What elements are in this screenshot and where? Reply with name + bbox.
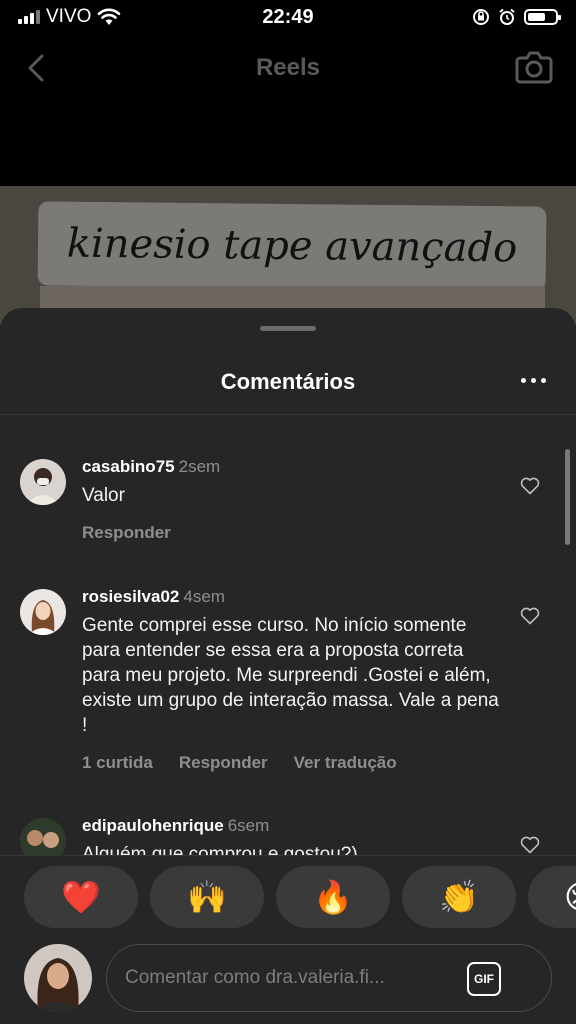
comment-text: Valor [82,485,125,506]
comment-actions: Responder [82,523,171,543]
comment-username[interactable]: edipaulohenrique [82,816,224,835]
heart-icon[interactable] [520,836,540,854]
reply-button[interactable]: Responder [179,753,268,773]
comment-text: Alguém que comprou e gostou?) [82,844,358,855]
avatar[interactable] [20,459,66,505]
reactions-divider [0,855,576,856]
comment-header: rosiesilva02 4sem [82,587,225,607]
comments-list: casabino75 2sem Valor Responder rosiesil… [0,415,576,855]
comment-placeholder: Comentar como dra.valeria.fi... [125,967,385,988]
scrollbar[interactable] [565,449,570,545]
comment-time: 4sem [183,587,225,606]
sheet-header: Comentários [0,358,576,406]
camera-icon[interactable] [514,48,554,86]
heart-icon[interactable] [520,477,540,495]
see-translation-button[interactable]: Ver tradução [294,753,397,773]
reaction-raised-hands[interactable]: 🙌 [150,866,264,928]
comment-input-row: Comentar como dra.valeria.fi... GIF [0,944,576,1014]
video-banner-text: kinesio tape avançado [66,220,518,272]
comment-time: 6sem [227,816,270,835]
more-icon[interactable] [521,378,546,383]
comment-username[interactable]: casabino75 [82,457,175,476]
comment-username[interactable]: rosiesilva02 [82,587,179,606]
page-title: Reels [255,54,321,81]
avatar[interactable] [20,589,66,635]
chevron-left-icon[interactable] [22,52,50,84]
sheet-title: Comentários [220,369,356,394]
avatar[interactable] [20,818,66,855]
top-nav: Reels [0,40,576,96]
reaction-crying[interactable]: 😢 [528,866,576,928]
likes-count-button[interactable]: 1 curtida [82,753,153,773]
reaction-fire[interactable]: 🔥 [276,866,390,928]
carrier-name: VIVO [46,6,92,27]
reaction-clap[interactable]: 👏 [402,866,516,928]
avatar [24,944,92,1012]
battery-icon [524,9,561,25]
comment-header: casabino75 2sem [82,457,220,477]
comment-input[interactable]: Comentar como dra.valeria.fi... GIF [106,944,552,1012]
quick-reactions: ❤️ 🙌 🔥 👏 😢 [24,866,576,930]
sheet-grabber[interactable] [260,326,316,331]
orientation-lock-icon [473,9,489,25]
wifi-icon [98,8,121,25]
alarm-icon [499,8,515,25]
video-preview[interactable]: kinesio tape avançado [0,186,576,326]
reply-button[interactable]: Responder [82,523,171,543]
comment-header: edipaulohenrique 6sem [82,816,269,836]
battery-level [528,13,545,21]
status-bar: VIVO 22:49 [0,0,576,34]
comment-text: Gente comprei esse curso. No início some… [82,615,499,736]
comment-time: 2sem [178,457,221,476]
status-right [472,8,561,26]
status-left: VIVO [18,6,121,28]
reaction-heart[interactable]: ❤️ [24,866,138,928]
gif-icon[interactable]: GIF [467,962,501,996]
video-banner: kinesio tape avançado [37,201,547,291]
heart-icon[interactable] [520,607,540,625]
comment-actions: 1 curtida Responder Ver tradução [82,753,397,773]
signal-icon [18,10,40,24]
